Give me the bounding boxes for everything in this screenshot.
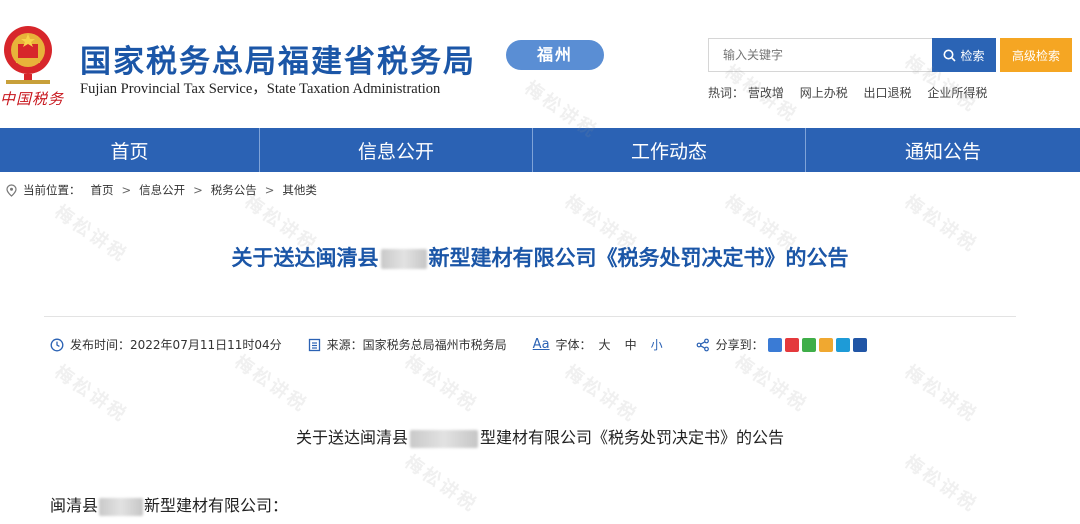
- font-size-label: 字体：: [555, 338, 592, 352]
- breadcrumb-item[interactable]: 信息公开: [139, 182, 185, 198]
- breadcrumb: 当前位置： 首页 > 信息公开 > 税务公告 > 其他类: [6, 182, 317, 198]
- watermark: 梅松讲税: [730, 351, 812, 417]
- watermark: 梅松讲税: [230, 351, 312, 417]
- tax-logo-text: 中国税务: [0, 90, 65, 108]
- share-icon: [696, 338, 709, 351]
- chevron-right-icon: >: [121, 183, 132, 197]
- search-icon: [943, 49, 957, 62]
- share-qq-icon[interactable]: [818, 337, 833, 352]
- share-tencent-icon[interactable]: [835, 337, 850, 352]
- share-qzone-icon[interactable]: [767, 337, 782, 352]
- nav-item-notices[interactable]: 通知公告: [806, 128, 1080, 172]
- hotword-link[interactable]: 企业所得税: [927, 86, 987, 100]
- site-title[interactable]: 国家税务总局福建省税务局: [80, 36, 476, 81]
- breadcrumb-label: 当前位置：: [23, 183, 81, 197]
- redacted-text: [410, 429, 478, 448]
- share-group: 分享到：: [696, 336, 867, 353]
- breadcrumb-item[interactable]: 其他类: [282, 182, 317, 198]
- clock-icon: [50, 338, 64, 351]
- source-value: 国家税务总局福州市税务局: [362, 338, 507, 352]
- site-header: 中国税务 国家税务总局福建省税务局 Fujian Provincial Tax …: [0, 0, 1080, 128]
- redacted-text: [380, 249, 427, 269]
- location-pin-icon: [6, 183, 17, 197]
- watermark: 梅松讲税: [50, 361, 132, 427]
- share-weibo-icon[interactable]: [784, 337, 799, 352]
- publish-time-label: 发布时间：: [70, 338, 131, 352]
- site-subtitle: Fujian Provincial Tax Service，State Taxa…: [80, 81, 441, 97]
- article-title-suffix: 新型建材有限公司《税务处罚决定书》的公告: [428, 246, 849, 270]
- salutation-prefix: 闽清县: [50, 496, 99, 515]
- article-title-prefix: 关于送达闽清县: [231, 246, 379, 270]
- hotword-link[interactable]: 出口退税: [864, 86, 912, 100]
- divider: [44, 316, 1016, 317]
- share-icons: [767, 337, 867, 352]
- advanced-search-button[interactable]: 高级检索: [1000, 38, 1072, 72]
- font-size-medium-button[interactable]: 中: [625, 336, 637, 353]
- national-emblem-icon: [4, 26, 52, 84]
- document-icon: [308, 338, 320, 351]
- hotwords: 热词： 营改增 网上办税 出口退税 企业所得税: [708, 84, 999, 101]
- source-group: 来源： 国家税务总局福州市税务局: [308, 336, 507, 353]
- font-size-large-button[interactable]: 大: [599, 336, 611, 353]
- share-wechat-icon[interactable]: [801, 337, 816, 352]
- watermark: 梅松讲税: [560, 361, 642, 427]
- share-renren-icon[interactable]: [852, 337, 867, 352]
- main-nav: 首页 信息公开 工作动态 通知公告: [0, 128, 1080, 172]
- body-title-prefix: 关于送达闽清县: [295, 428, 408, 447]
- font-size-small-button[interactable]: 小: [651, 336, 663, 353]
- publish-time-group: 发布时间： 2022年07月11日11时04分: [50, 336, 282, 353]
- search-button-label: 检索: [960, 48, 985, 63]
- search-button[interactable]: 检索: [932, 38, 996, 72]
- nav-item-home[interactable]: 首页: [0, 128, 260, 172]
- watermark: 梅松讲税: [400, 451, 482, 517]
- nav-item-work-news[interactable]: 工作动态: [533, 128, 806, 172]
- source-label: 来源：: [326, 338, 363, 352]
- body-title-suffix: 型建材有限公司《税务处罚决定书》的公告: [480, 428, 785, 447]
- font-size-group: Aa 字体： 大 中 小: [533, 336, 670, 353]
- watermark: 梅松讲税: [900, 361, 982, 427]
- article-title: 关于送达闽清县 新型建材有限公司《税务处罚决定书》的公告: [0, 242, 1080, 272]
- city-badge[interactable]: 福州: [506, 40, 604, 70]
- salutation-suffix: 新型建材有限公司：: [144, 496, 289, 515]
- breadcrumb-item[interactable]: 首页: [91, 182, 114, 198]
- font-size-icon: Aa: [532, 337, 550, 352]
- body-title: 关于送达闽清县 型建材有限公司《税务处罚决定书》的公告: [0, 424, 1080, 448]
- search-input[interactable]: [708, 38, 934, 72]
- publish-time-value: 2022年07月11日11时04分: [130, 338, 282, 352]
- watermark: 梅松讲税: [900, 451, 982, 517]
- article-meta: 发布时间： 2022年07月11日11时04分 来源： 国家税务总局福州市税务局…: [50, 336, 893, 353]
- breadcrumb-item[interactable]: 税务公告: [211, 182, 257, 198]
- redacted-text: [99, 497, 144, 516]
- nav-item-info-disclosure[interactable]: 信息公开: [260, 128, 533, 172]
- hotword-link[interactable]: 网上办税: [800, 86, 848, 100]
- salutation: 闽清县 新型建材有限公司：: [50, 492, 288, 516]
- chevron-right-icon: >: [264, 183, 275, 197]
- watermark: 梅松讲税: [400, 351, 482, 417]
- hotword-link[interactable]: 营改增: [748, 86, 784, 100]
- chevron-right-icon: >: [193, 183, 203, 197]
- share-label: 分享到：: [715, 338, 764, 352]
- hotwords-label: 热词：: [708, 86, 745, 100]
